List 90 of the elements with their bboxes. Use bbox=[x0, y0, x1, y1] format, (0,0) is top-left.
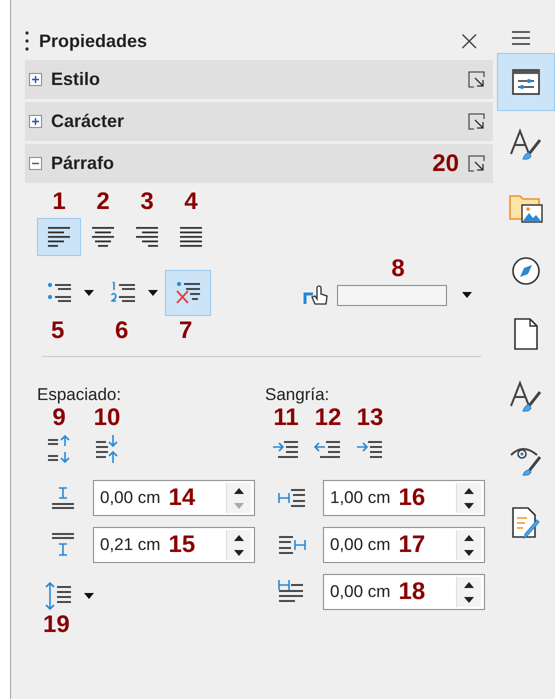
callout-number: 14 bbox=[168, 485, 196, 511]
spin-field[interactable]: 0,00 cm 14 bbox=[93, 480, 255, 516]
caret-icon[interactable] bbox=[461, 291, 473, 299]
callout-number: 16 bbox=[398, 485, 426, 511]
callout-number: 11 bbox=[273, 405, 299, 431]
spin-down-icon[interactable] bbox=[463, 502, 475, 510]
sliders-icon bbox=[511, 68, 541, 96]
callout-number: 20 bbox=[432, 150, 459, 176]
spin-down-icon[interactable] bbox=[463, 548, 475, 556]
more-options-icon[interactable] bbox=[468, 155, 485, 172]
section-title: Estilo bbox=[51, 69, 100, 90]
compass-icon bbox=[511, 256, 541, 286]
letter-brush-icon bbox=[509, 128, 543, 162]
callout-number: 17 bbox=[398, 532, 426, 558]
spin-button[interactable] bbox=[226, 483, 251, 513]
callout-number: 6 bbox=[115, 318, 128, 344]
align-left-icon bbox=[46, 224, 72, 250]
spin-field[interactable]: 0,00 cm 17 bbox=[323, 527, 485, 563]
no-list-icon bbox=[174, 280, 202, 306]
callout-number: 4 bbox=[184, 189, 198, 215]
section-header[interactable]: Carácter bbox=[25, 102, 493, 141]
spin-down-icon[interactable] bbox=[463, 596, 475, 604]
spin-button[interactable] bbox=[226, 530, 251, 560]
callout-number: 8 bbox=[391, 256, 405, 282]
indent-icon bbox=[272, 438, 300, 460]
hanging-indent-icon bbox=[356, 438, 384, 460]
callout-number: 13 bbox=[356, 405, 384, 431]
sidebar-tab[interactable] bbox=[497, 53, 555, 111]
callout-number: 1 bbox=[52, 189, 66, 215]
indent-before-icon bbox=[277, 487, 307, 509]
spin-field[interactable]: 1,00 cm 16 bbox=[323, 480, 485, 516]
callout-number: 12 bbox=[314, 405, 342, 431]
page-icon bbox=[513, 317, 539, 351]
align-button[interactable] bbox=[37, 218, 81, 256]
spin-up-icon[interactable] bbox=[233, 534, 245, 542]
close-button[interactable]: × bbox=[456, 27, 483, 55]
spin-button[interactable] bbox=[456, 483, 481, 513]
spin-button[interactable] bbox=[456, 530, 481, 560]
folder-picture-icon bbox=[508, 192, 544, 224]
spin-up-icon[interactable] bbox=[463, 534, 475, 542]
section-label: Espaciado: bbox=[37, 385, 122, 405]
indent-after-icon bbox=[277, 534, 307, 556]
callout-number: 9 bbox=[52, 405, 66, 431]
collapse-icon[interactable] bbox=[29, 157, 42, 170]
caret-icon[interactable] bbox=[83, 289, 95, 297]
spin-button[interactable] bbox=[456, 577, 481, 607]
line-spacing-button[interactable] bbox=[45, 580, 73, 612]
expand-icon[interactable] bbox=[29, 73, 42, 86]
callout-number: 2 bbox=[96, 189, 110, 215]
spacing-arrows-icon bbox=[94, 434, 120, 464]
menu-icon bbox=[512, 31, 530, 45]
align-right-icon bbox=[134, 224, 160, 250]
spin-up-icon[interactable] bbox=[463, 580, 475, 588]
spin-field[interactable]: 0,00 cm 18 bbox=[323, 574, 485, 610]
more-options-icon[interactable] bbox=[468, 113, 485, 130]
align-justify-icon bbox=[178, 224, 204, 250]
space-above-icon bbox=[49, 484, 77, 512]
outdent-icon bbox=[314, 438, 342, 460]
section-title: Párrafo bbox=[51, 153, 114, 174]
section-title: Carácter bbox=[51, 111, 124, 132]
caret-icon[interactable] bbox=[83, 592, 95, 600]
spacing-button[interactable] bbox=[46, 433, 72, 465]
more-options-icon[interactable] bbox=[468, 71, 485, 88]
spin-up-icon[interactable] bbox=[463, 486, 475, 494]
letter-brush-icon bbox=[509, 380, 543, 414]
grip-icon[interactable] bbox=[25, 30, 29, 52]
callout-number: 7 bbox=[179, 318, 192, 344]
spin-up-icon[interactable] bbox=[233, 486, 245, 494]
callout-number: 18 bbox=[398, 579, 426, 605]
caret-icon[interactable] bbox=[147, 289, 159, 297]
section-header[interactable]: Estilo bbox=[25, 60, 493, 99]
line-spacing-icon bbox=[45, 581, 73, 611]
spin-down-icon[interactable] bbox=[233, 548, 245, 556]
color-box[interactable] bbox=[337, 284, 447, 306]
spacing-button[interactable] bbox=[94, 433, 120, 465]
list-button[interactable] bbox=[165, 270, 211, 316]
section-label: Sangría: bbox=[265, 385, 330, 405]
space-below-icon bbox=[49, 531, 77, 559]
spin-field[interactable]: 0,21 cm 15 bbox=[93, 527, 255, 563]
callout-number: 5 bbox=[51, 318, 64, 344]
document-pencil-icon bbox=[511, 506, 541, 540]
section-header[interactable]: Párrafo 20 bbox=[25, 144, 493, 183]
callout-number: 15 bbox=[168, 532, 196, 558]
expand-icon[interactable] bbox=[29, 115, 42, 128]
spacing-arrows-icon bbox=[46, 434, 72, 464]
callout-number: 19 bbox=[43, 612, 70, 638]
callout-number: 10 bbox=[94, 405, 120, 431]
panel-title: Propiedades bbox=[39, 30, 148, 52]
callout-number: 3 bbox=[140, 189, 154, 215]
align-center-icon bbox=[90, 224, 116, 250]
